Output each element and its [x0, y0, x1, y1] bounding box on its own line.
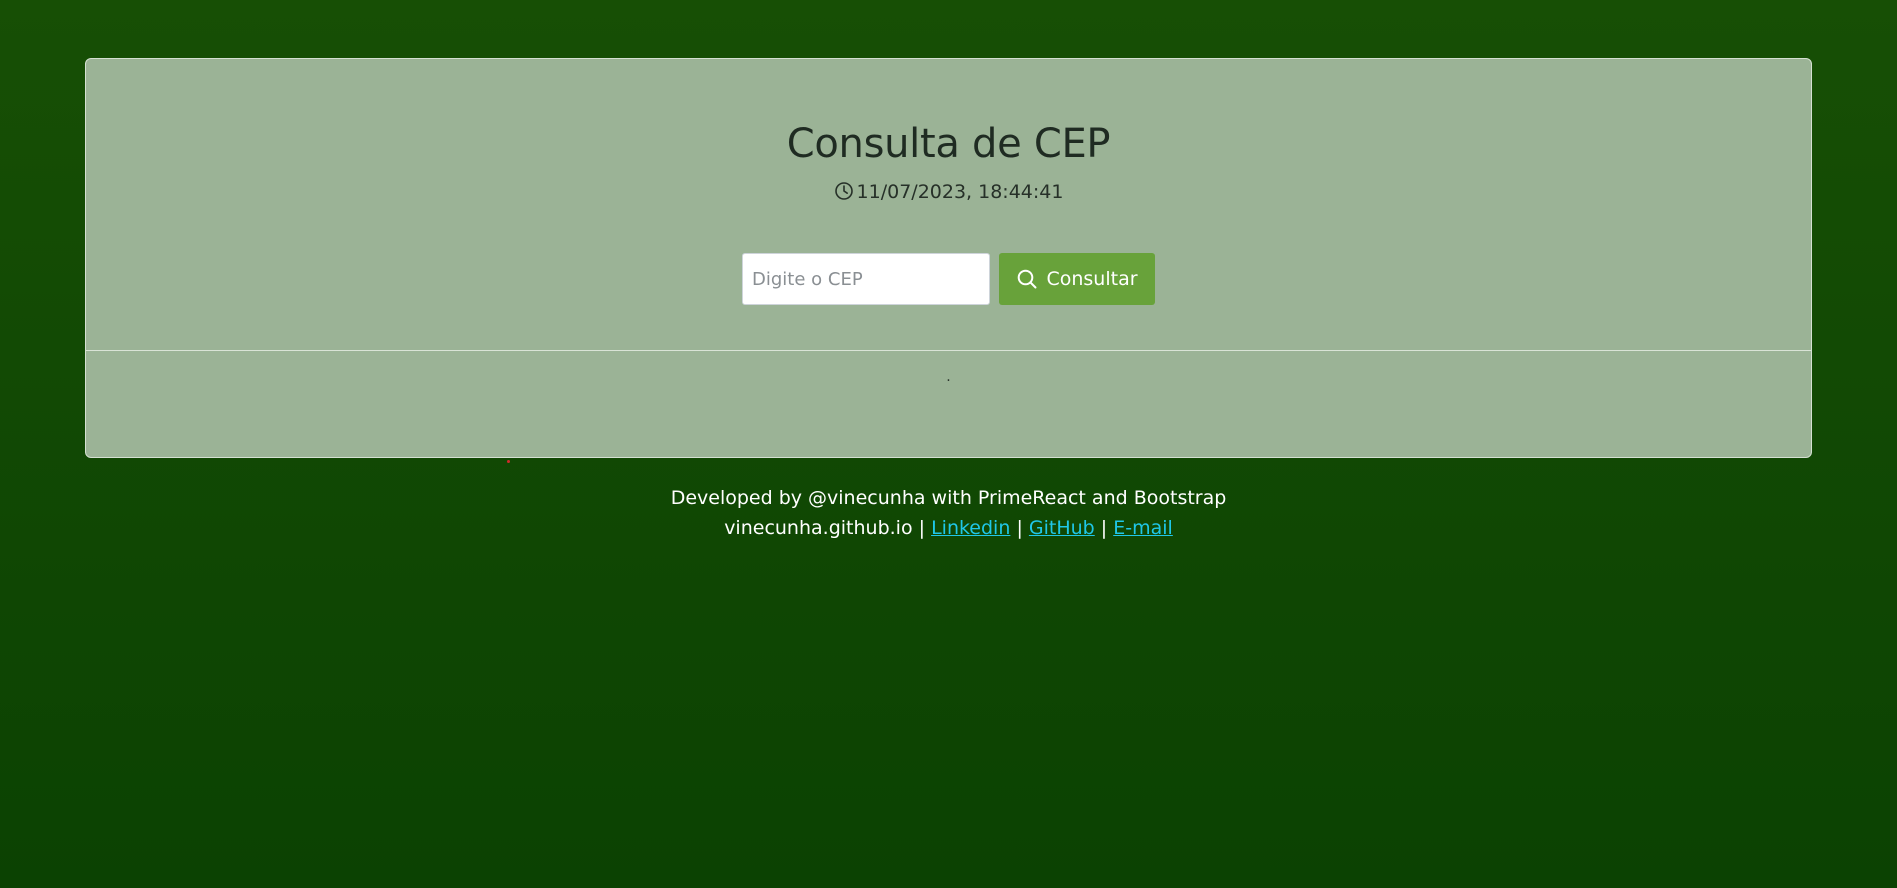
datetime-display: 11/07/2023, 18:44:41 — [86, 181, 1811, 203]
result-area: . — [86, 351, 1811, 458]
datetime-text: 11/07/2023, 18:44:41 — [856, 181, 1064, 203]
footer-site-text: vinecunha.github.io — [724, 517, 913, 539]
footer-links-row: vinecunha.github.io | Linkedin | GitHub … — [0, 513, 1897, 543]
search-row: Consultar — [86, 253, 1811, 305]
search-icon — [1016, 268, 1038, 290]
cep-input[interactable] — [742, 253, 990, 305]
result-text: . — [946, 369, 951, 385]
footer-separator: | — [918, 517, 926, 539]
footer: Developed by @vinecunha with PrimeReact … — [0, 483, 1897, 543]
footer-credits: Developed by @vinecunha with PrimeReact … — [670, 487, 1227, 509]
footer-separator: | — [1100, 517, 1108, 539]
page-title: Consulta de CEP — [786, 121, 1111, 167]
card-header-section: Consulta de CEP 11/07/2023, 18:44:41 Con… — [86, 59, 1811, 351]
email-link[interactable]: E-mail — [1113, 517, 1173, 539]
github-link[interactable]: GitHub — [1029, 517, 1095, 539]
footer-separator: | — [1016, 517, 1023, 539]
linkedin-link[interactable]: Linkedin — [931, 517, 1010, 539]
consultar-button[interactable]: Consultar — [999, 253, 1155, 305]
clock-icon — [834, 181, 854, 201]
consultar-button-label: Consultar — [1046, 268, 1138, 290]
cep-card: Consulta de CEP 11/07/2023, 18:44:41 Con… — [85, 58, 1812, 458]
cursor-marker — [507, 460, 510, 463]
